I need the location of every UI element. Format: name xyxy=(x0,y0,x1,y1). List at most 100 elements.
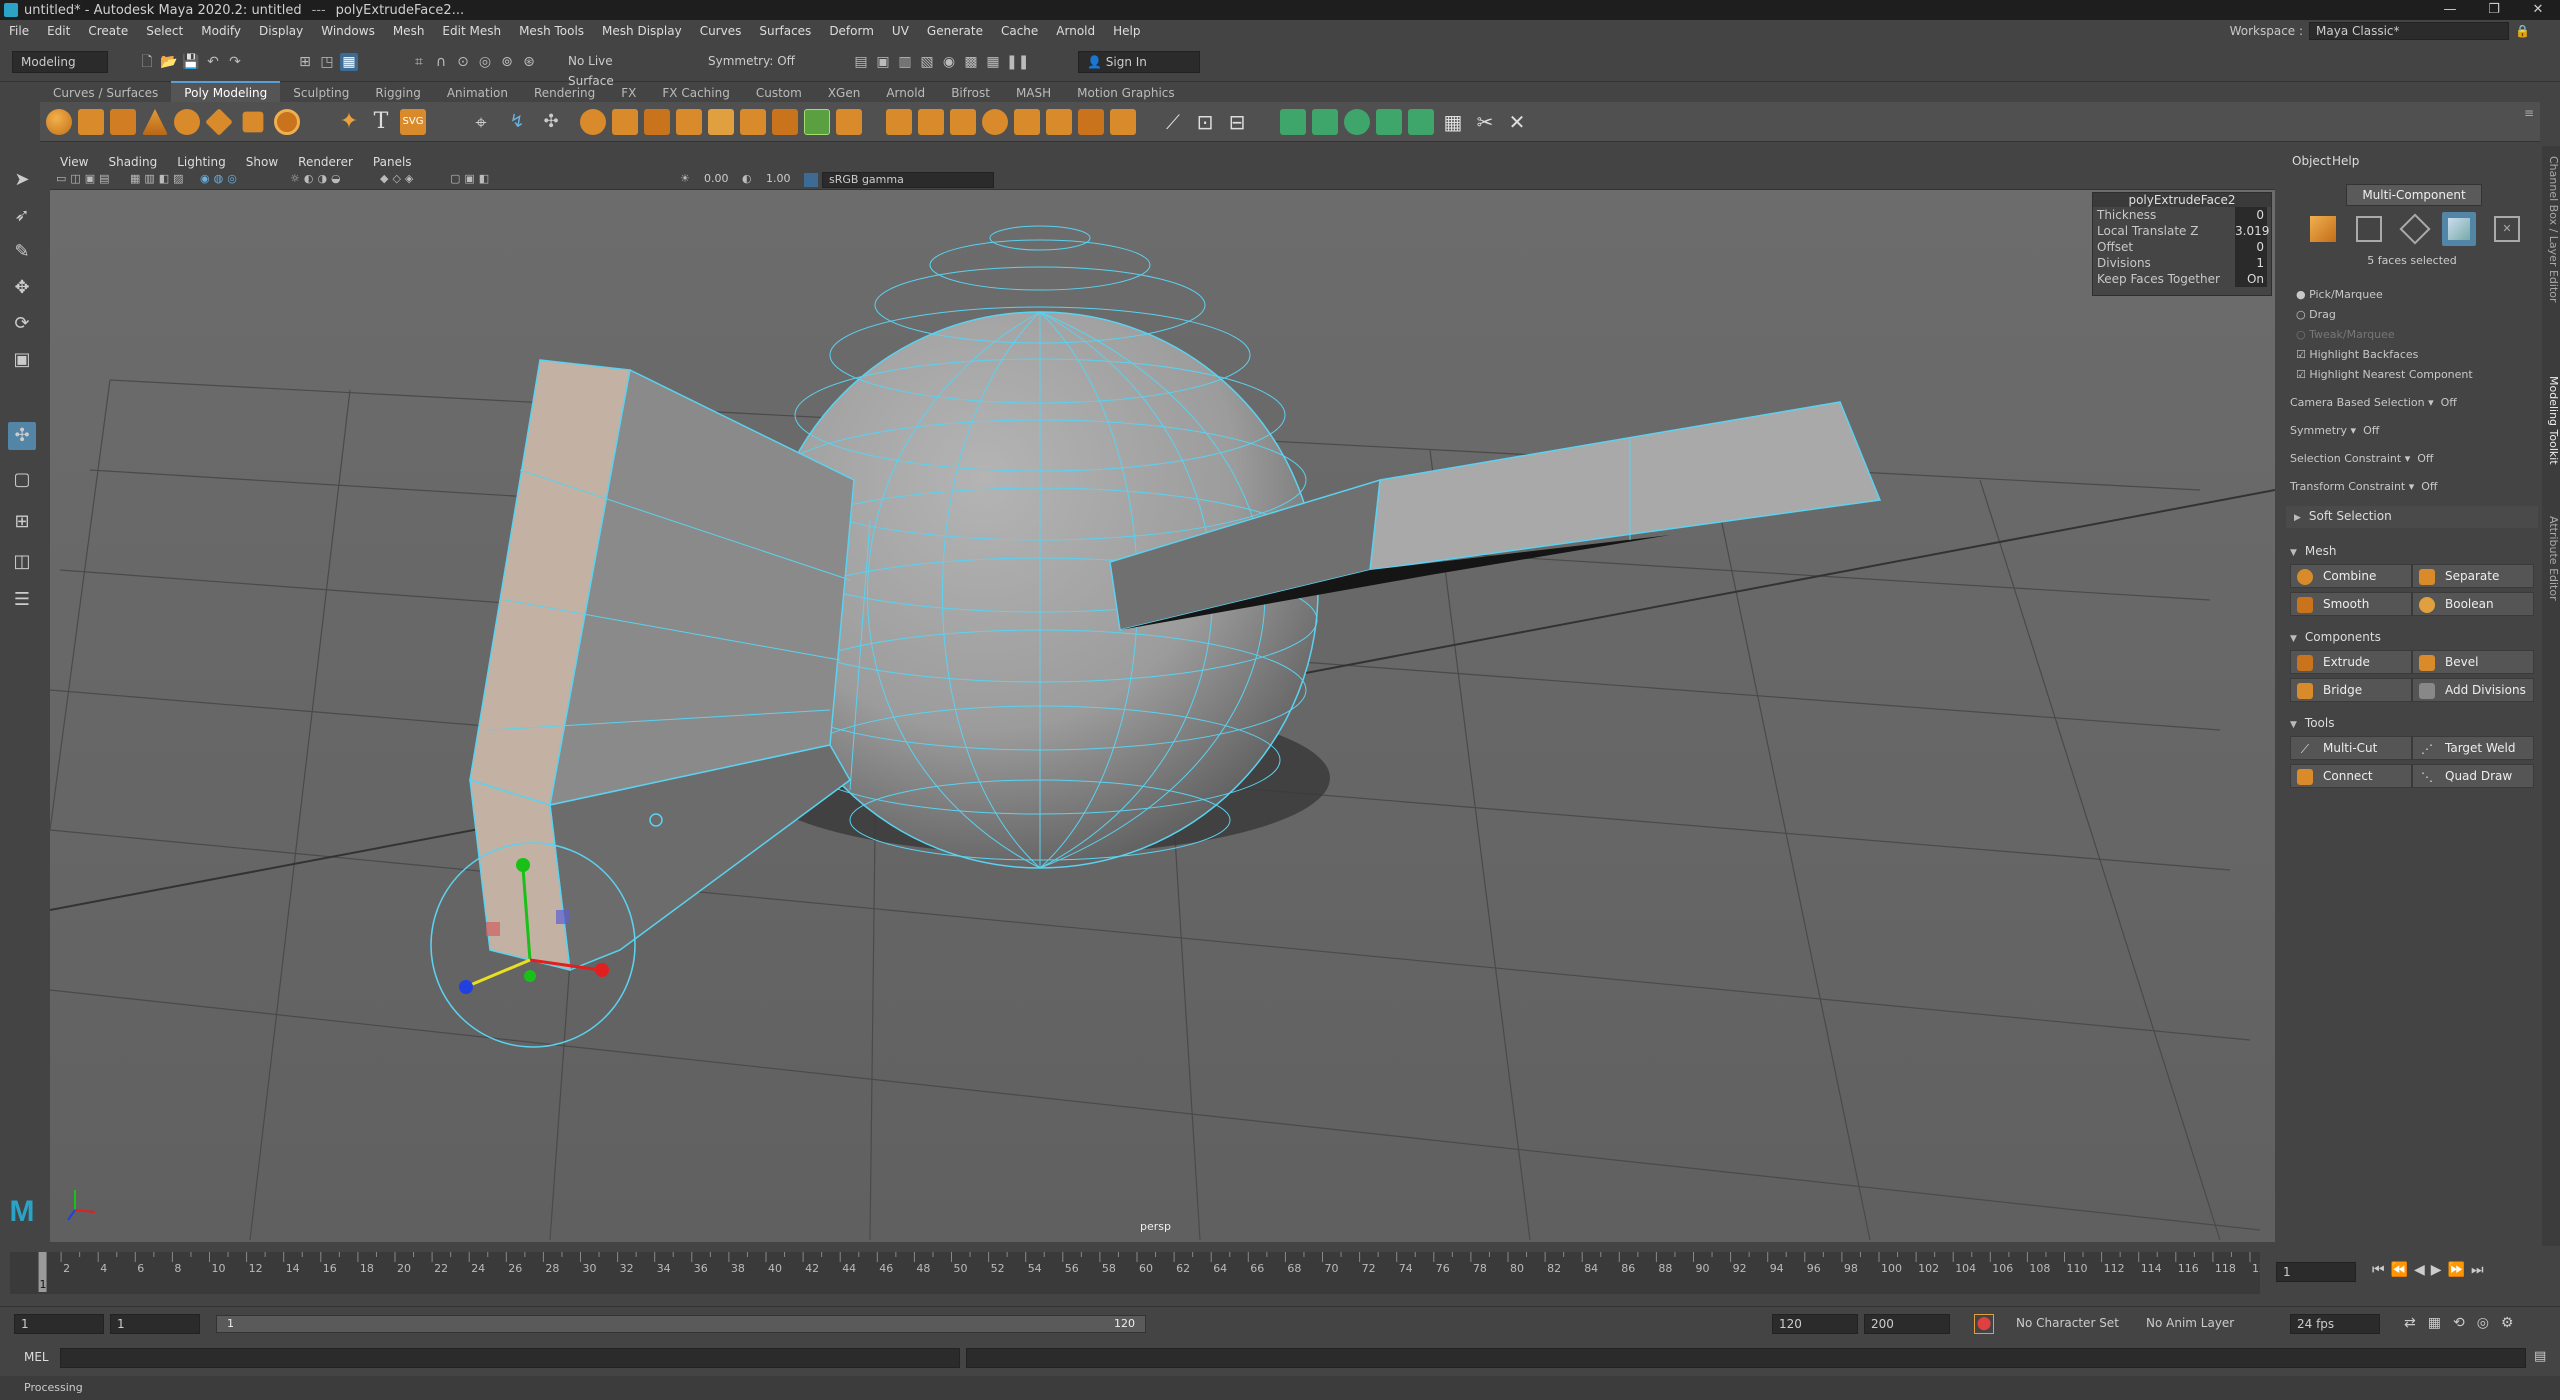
soft-selection-section[interactable]: Soft Selection xyxy=(2286,506,2538,528)
shelf-tab-arnold[interactable]: Arnold xyxy=(873,81,938,103)
scale-tool-icon[interactable]: ▣ xyxy=(8,346,36,374)
channel-value[interactable]: 0 xyxy=(2235,207,2267,223)
merge-icon[interactable] xyxy=(950,109,976,135)
menu-file[interactable]: File xyxy=(0,20,38,42)
shelf-tab-mash[interactable]: MASH xyxy=(1003,81,1064,103)
range-tools-icons[interactable]: ⇄▦⟲◎⚙ xyxy=(2404,1315,2525,1331)
cleanup-icon[interactable] xyxy=(1110,109,1136,135)
xray-icon[interactable]: ▢▣◧ xyxy=(450,172,493,185)
poly-cylinder-icon[interactable] xyxy=(110,109,136,135)
selection-constraint-dropdown[interactable]: Selection Constraint ▾ Off xyxy=(2290,452,2434,465)
toolkit-menu-help[interactable]: Help xyxy=(2332,154,2359,168)
exposure-field[interactable]: 0.00 xyxy=(698,172,748,188)
playback-end-field[interactable]: 120 xyxy=(1772,1314,1858,1334)
channel-value[interactable]: 0 xyxy=(2235,239,2267,255)
persp-viewport[interactable]: persp xyxy=(50,190,2275,1242)
menu-surfaces[interactable]: Surfaces xyxy=(750,20,820,42)
add-divisions-button[interactable]: Add Divisions xyxy=(2412,678,2534,702)
quadrangulate-icon[interactable] xyxy=(1046,109,1072,135)
select-component-icon[interactable]: ▦ xyxy=(340,53,358,71)
transform-constraint-dropdown[interactable]: Transform Constraint ▾ Off xyxy=(2290,480,2438,493)
select-tool-icon[interactable]: ➤ xyxy=(8,166,36,194)
shelf-settings-icon[interactable]: ≡ xyxy=(2524,106,2534,120)
mirror-icon[interactable] xyxy=(740,109,766,135)
menu-curves[interactable]: Curves xyxy=(691,20,751,42)
menuset-dropdown[interactable]: Modeling xyxy=(12,51,108,73)
menu-select[interactable]: Select xyxy=(137,20,192,42)
tweak-marquee-radio[interactable]: ○ Tweak/Marquee xyxy=(2296,328,2395,341)
anim-layer-dropdown[interactable]: No Anim Layer xyxy=(2140,1314,2260,1334)
shelf-tab-poly-modeling[interactable]: Poly Modeling xyxy=(171,81,281,103)
side-tab-channel-box[interactable]: Channel Box / Layer Editor xyxy=(2542,156,2560,356)
menu-cache[interactable]: Cache xyxy=(992,20,1047,42)
bridge-shelf-icon[interactable] xyxy=(804,109,830,135)
single-layout-icon[interactable]: ▢ xyxy=(8,466,36,494)
undo-icon[interactable]: ↶ xyxy=(204,53,222,71)
workspace-dropdown[interactable]: Maya Classic* xyxy=(2309,22,2510,40)
components-section-header[interactable]: Components xyxy=(2290,630,2381,644)
poly-sphere-icon[interactable] xyxy=(46,109,72,135)
close-icon[interactable]: ✕ xyxy=(2516,0,2560,20)
time-ruler[interactable]: 2 4 6 8 10 12 14 16 18 20 22 24 26 28 30 32 34 36 38 40 42 44… xyxy=(10,1252,2273,1294)
shelf-tab-fx[interactable]: FX xyxy=(608,81,649,103)
smooth-shelf-icon[interactable] xyxy=(676,109,702,135)
side-tab-modeling-toolkit[interactable]: Modeling Toolkit xyxy=(2542,376,2560,496)
script-editor-icon[interactable]: ▤ xyxy=(2534,1349,2546,1364)
cylindrical-uv-icon[interactable] xyxy=(1312,109,1338,135)
camera-tools-icon[interactable]: ▭◫▣▤ xyxy=(56,172,114,185)
menu-mesh-tools[interactable]: Mesh Tools xyxy=(510,20,593,42)
menu-generate[interactable]: Generate xyxy=(918,20,992,42)
auto-key-icon[interactable]: ⬤ xyxy=(1974,1314,1994,1334)
viewport-scene[interactable] xyxy=(50,190,2275,1242)
bevel-shelf-icon[interactable] xyxy=(836,109,862,135)
maximize-icon[interactable]: ❐ xyxy=(2472,0,2516,20)
panel-menu-renderer[interactable]: Renderer xyxy=(288,152,363,172)
menu-mesh[interactable]: Mesh xyxy=(384,20,434,42)
shelf-tab-rigging[interactable]: Rigging xyxy=(362,81,433,103)
camera-uv-icon[interactable] xyxy=(1408,109,1434,135)
vertex-mode-icon[interactable] xyxy=(2356,216,2382,242)
mesh-section-header[interactable]: Mesh xyxy=(2290,544,2337,558)
grid-toggle-icon[interactable]: ▦▥◧▨ xyxy=(130,172,188,185)
menu-modify[interactable]: Modify xyxy=(192,20,250,42)
combine-button[interactable]: Combine xyxy=(2290,564,2412,588)
measure-icon[interactable]: ↯ xyxy=(504,109,530,135)
rotate-tool-icon[interactable]: ⟳ xyxy=(8,310,36,338)
super-shape-icon[interactable]: ✦ xyxy=(336,109,362,135)
menu-display[interactable]: Display xyxy=(250,20,312,42)
poly-torus-icon[interactable] xyxy=(174,109,200,135)
highlight-nearest-checkbox[interactable]: ☑ Highlight Nearest Component xyxy=(2296,368,2473,381)
channel-row[interactable]: Local Translate Z 3.019 xyxy=(2093,223,2271,239)
select-hierarchy-icon[interactable]: ⊞ xyxy=(296,53,314,71)
side-tab-attribute-editor[interactable]: Attribute Editor xyxy=(2542,516,2560,636)
current-frame-field[interactable]: 1 xyxy=(2276,1262,2356,1282)
extrude-shelf-icon[interactable] xyxy=(772,109,798,135)
menu-edit-mesh[interactable]: Edit Mesh xyxy=(433,20,510,42)
poly-plane-icon[interactable] xyxy=(205,108,233,136)
move-tool-icon[interactable]: ✥ xyxy=(8,274,36,302)
poly-cone-icon[interactable] xyxy=(142,109,168,135)
uv-editor-icon[interactable]: ▦ xyxy=(1440,109,1466,135)
object-mode-icon[interactable] xyxy=(2310,216,2336,242)
boolean-shelf-icon[interactable] xyxy=(708,109,734,135)
snap-view-icon[interactable]: ◎ xyxy=(476,53,494,71)
offset-edge-loop-icon[interactable]: ⊟ xyxy=(1224,109,1250,135)
pick-marquee-radio[interactable]: ● Pick/Marquee xyxy=(2296,288,2383,301)
fill-hole-icon[interactable] xyxy=(886,109,912,135)
mel-label[interactable]: MEL xyxy=(24,1350,49,1364)
shelf-tab-motion-graphics[interactable]: Motion Graphics xyxy=(1064,81,1188,103)
isolate-icon[interactable]: ◆◇◈ xyxy=(380,172,417,185)
collapse-icon[interactable] xyxy=(982,109,1008,135)
symmetry-toolkit-dropdown[interactable]: Symmetry ▾ Off xyxy=(2290,424,2379,437)
gamma-icon[interactable]: ◐ xyxy=(742,172,752,185)
ipr-render-icon[interactable]: ▥ xyxy=(896,53,914,71)
end-frame-field[interactable]: 200 xyxy=(1864,1314,1950,1334)
outliner-layout-icon[interactable]: ☰ xyxy=(8,586,36,614)
quad-draw-button[interactable]: ⋱ Quad Draw xyxy=(2412,764,2534,788)
separate-button[interactable]: Separate xyxy=(2412,564,2534,588)
soft-selection-header[interactable]: Soft Selection xyxy=(2294,509,2392,523)
mel-input[interactable] xyxy=(60,1348,960,1368)
highlight-backfaces-checkbox[interactable]: ☑ Highlight Backfaces xyxy=(2296,348,2418,361)
smooth-button[interactable]: Smooth xyxy=(2290,592,2412,616)
fps-dropdown[interactable]: 24 fps xyxy=(2290,1314,2380,1334)
